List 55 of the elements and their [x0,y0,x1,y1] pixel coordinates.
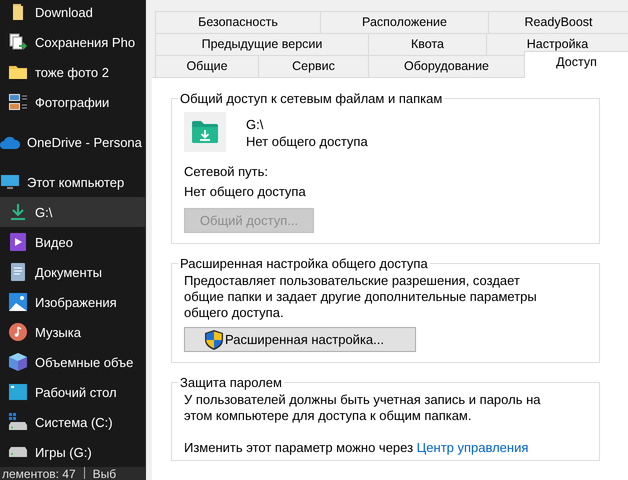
tab[interactable]: Оборудование [368,55,524,77]
description-text: Предоставляет пользовательские разрешения, создает общие папки и задает другие дополнительные параметры общего доступа. [184,273,538,321]
folder-icon [10,3,26,21]
drive-icon [9,447,27,457]
control-panel-link[interactable]: Центр управления [416,440,528,455]
item-count: лементов: 47 [2,467,76,480]
picture-icon [9,293,27,311]
nav-item[interactable]: Видео [0,227,145,257]
tab[interactable]: Расположение [320,11,488,33]
music-note-icon [9,323,27,341]
nav-item[interactable]: Игры (G:) [0,437,145,467]
folder-download-icon [192,121,218,143]
tab[interactable]: Предыдущие версии [155,33,368,55]
cube-icon [9,353,27,371]
nav-item[interactable]: Объемные объе [0,347,145,377]
cloud-icon [0,135,20,149]
gallery-icon [9,93,27,111]
nav-item[interactable]: Рабочий стол [0,377,145,407]
nav-item[interactable]: Download [0,0,145,27]
drive-name: G:\ [246,116,264,133]
download-icon [10,203,26,221]
change-setting-text: Изменить этот параметр можно через Центр управления [184,440,530,456]
network-path-label: Сетевой путь: [184,163,269,181]
tab[interactable]: Квота [368,33,486,55]
description-text: У пользователей должны быть учетная запись и пароль на этом компьютере для доступа к общим папкам. [184,392,542,424]
sharing-status: Нет общего доступа [246,133,368,150]
group-title: Расширенная настройка общего доступа [179,256,429,271]
nav-item[interactable]: тоже фото 2 [0,57,145,87]
tab[interactable]: ReadyBoost [488,11,628,33]
group-title: Защита паролем [179,375,283,390]
nav-item[interactable]: Сохранения Pho [0,27,145,57]
nav-item[interactable]: Этот компьютер [0,167,145,197]
drive-icon [9,413,27,431]
nav-item[interactable]: OneDrive - Persona [0,127,145,157]
monitor-icon [1,173,19,191]
desktop-icon [9,384,27,400]
tab[interactable]: Доступ [524,51,628,78]
tab[interactable]: Общие [155,55,258,77]
selection-status: Выб [92,467,116,480]
folder-icon [9,65,27,79]
nav-item[interactable]: Система (C:) [0,407,145,437]
tab[interactable]: Безопасность [155,11,320,33]
nav-item[interactable]: Изображения [0,287,145,317]
document-icon [11,263,25,281]
copy-icon [9,33,27,51]
tab[interactable]: Сервис [258,55,368,77]
nav-item[interactable]: Фотографии [0,87,145,117]
video-icon [10,233,26,251]
nav-item[interactable]: Музыка [0,317,145,347]
nav-item[interactable]: Документы [0,257,145,287]
shield-icon [205,330,223,350]
group-title: Общий доступ к сетевым файлам и папкам [179,91,444,106]
network-path-value: Нет общего доступа [184,183,307,201]
nav-item[interactable]: G:\ [0,197,145,227]
advanced-sharing-button[interactable]: Расширенная настройка... [184,327,416,352]
